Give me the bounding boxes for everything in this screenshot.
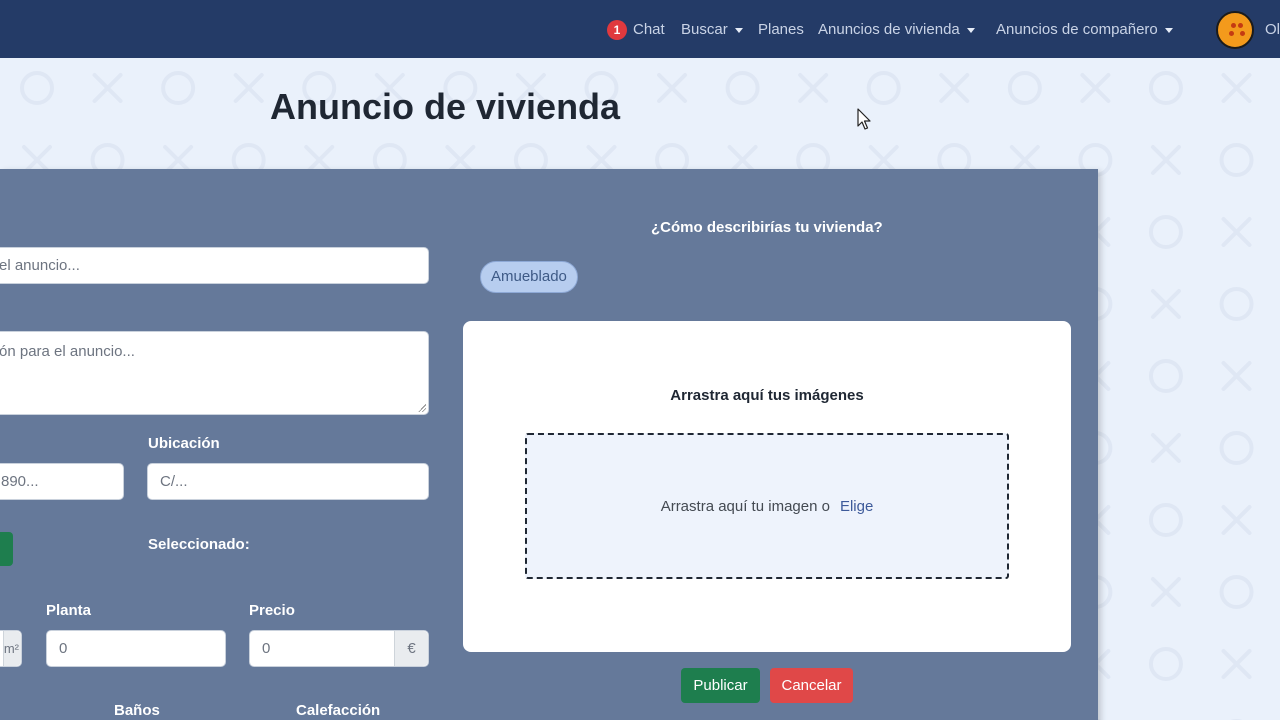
nav-search-label: Buscar [681,21,728,38]
caret-down-icon [966,27,975,33]
title-input[interactable]: el anuncio... [0,247,429,284]
nav-roommate-ads-label: Anuncios de compañero [996,21,1158,38]
dropzone-text: Arrastra aquí tu imagen o [660,497,830,515]
location-placeholder: C/... [160,473,188,490]
bathrooms-label: Baños [114,702,160,719]
describe-question: ¿Cómo describirías tu vivienda? [651,219,883,236]
select-type-button[interactable] [0,532,13,566]
user-avatar[interactable] [1216,11,1254,49]
description-textarea[interactable]: ón para el anuncio... [0,331,429,415]
choose-file-link[interactable]: Elige [840,498,873,515]
euro-suffix: € [394,631,428,666]
nav-plans-label: Planes [758,21,804,38]
mouse-cursor-icon [857,108,871,130]
price-value: 0 [262,640,271,657]
tag-chip-furnished[interactable]: Amueblado [480,261,578,293]
selected-label: Seleccionado: [148,536,250,553]
heating-label: Calefacción [296,702,381,719]
nav-housing-ads-dropdown[interactable]: Anuncios de vivienda [818,19,975,41]
nav-roommate-ads-dropdown[interactable]: Anuncios de compañero [996,19,1173,41]
nav-housing-ads-label: Anuncios de vivienda [818,21,960,38]
floor-input[interactable]: 0 [46,630,226,667]
top-navbar: 1 Chat Buscar Planes Anuncios de viviend… [0,0,1280,58]
page-title: Anuncio de vivienda [270,86,621,127]
title-placeholder: el anuncio... [0,257,80,274]
price-label: Precio [249,602,295,619]
caret-down-icon [734,27,743,33]
price-input[interactable]: 0 € [249,630,429,667]
floor-label: Planta [46,602,92,619]
nav-chat[interactable]: 1 Chat [607,19,665,41]
area-suffix: m² [3,631,21,666]
publish-button[interactable]: Publicar [681,668,760,703]
location-input[interactable]: C/... [147,463,429,500]
chat-notification-badge: 1 [607,20,627,40]
nav-plans[interactable]: Planes [758,19,804,41]
image-dropzone[interactable]: Arrastra aquí tu imagen o Elige [525,433,1009,579]
location-label: Ubicación [148,435,220,452]
phone-input[interactable]: 890... [0,463,124,500]
resize-grip-icon[interactable] [418,404,426,412]
floor-value: 0 [59,640,68,657]
cancel-button[interactable]: Cancelar [770,668,853,703]
image-upload-card: Arrastra aquí tus imágenes Arrastra aquí… [463,321,1071,652]
caret-down-icon [1164,27,1173,33]
phone-placeholder: 890... [1,473,39,490]
user-name[interactable]: Ol [1265,19,1280,41]
area-input[interactable]: m² [0,630,22,667]
description-placeholder: ón para el anuncio... [0,343,135,360]
upload-title: Arrastra aquí tus imágenes [670,387,864,404]
nav-search-dropdown[interactable]: Buscar [681,19,743,41]
nav-chat-label: Chat [633,21,665,38]
